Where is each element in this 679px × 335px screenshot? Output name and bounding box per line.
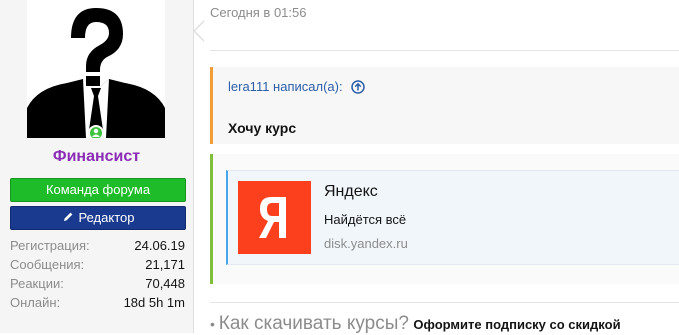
stat-online: Онлайн: 18d 5h 1m [10,295,185,310]
embed-card[interactable]: Яндекс Найдётся всё disk.yandex.ru [226,170,679,265]
editor-banner: Редактор [10,206,186,230]
signature-subscribe[interactable]: Оформите подписку со скидкой [413,317,620,332]
link-embed: Яндекс Найдётся всё disk.yandex.ru [210,154,679,284]
stat-reactions: Реакции: 70,448 [10,276,185,291]
embed-description: Найдётся всё [324,212,407,227]
stat-registration: Регистрация: 24.06.19 [10,238,185,253]
signature: • Как скачивать курсы? Оформите подписку… [210,313,621,335]
pencil-icon [63,212,72,221]
user-stats: Регистрация: 24.06.19 Сообщения: 21,171 Ре… [10,236,185,312]
post-pointer-inner [195,21,205,41]
username[interactable]: Финансист [0,148,193,166]
arrow-up-circle-icon[interactable] [350,79,365,94]
quote-text: Хочу курс [228,120,297,136]
bullet-icon: • [210,316,219,332]
quote-header[interactable]: lera111 написал(а): [228,79,365,94]
post-date[interactable]: Сегодня в 01:56 [210,5,306,20]
embed-url[interactable]: disk.yandex.ru [324,236,408,251]
editor-banner-label: Редактор [78,210,135,225]
stat-messages: Сообщения: 21,171 [10,257,185,272]
signature-question[interactable]: Как скачивать курсы? [219,313,409,334]
divider [210,50,679,51]
signature-divider [210,302,679,303]
quote-block: lera111 написал(а): Хочу курс [210,67,679,144]
avatar[interactable] [27,0,165,138]
team-banner: Команда форума [10,178,186,202]
embed-title[interactable]: Яндекс [324,183,378,201]
quote-author[interactable]: lera111 написал(а): [228,79,343,94]
yandex-logo-icon [238,181,311,254]
user-sidebar: Финансист Команда форума Редактор Регист… [0,0,194,333]
